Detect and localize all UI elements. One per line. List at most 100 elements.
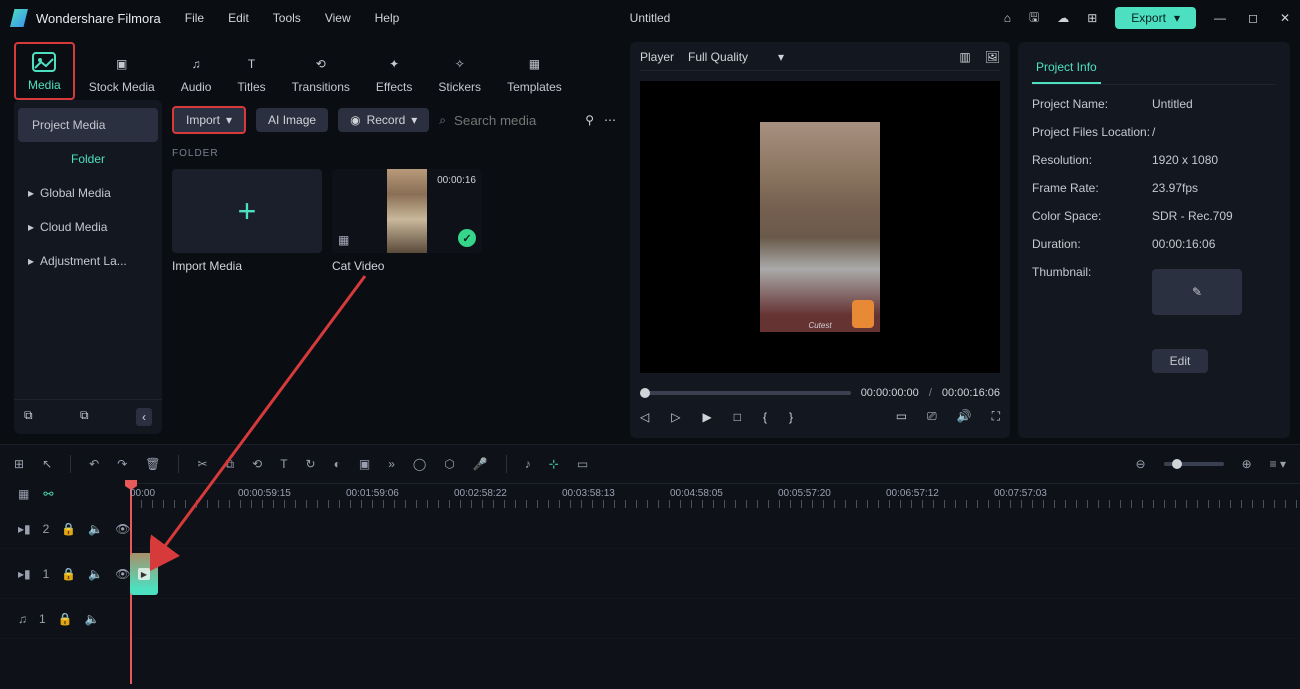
timeline-ruler[interactable]: 00:0000:00:59:1500:01:59:0600:02:58:2200… bbox=[130, 483, 1300, 509]
magnetic-icon[interactable]: ⊹ bbox=[549, 457, 559, 471]
link-icon[interactable]: ⚯ bbox=[43, 487, 53, 505]
export-button[interactable]: Export▾ bbox=[1115, 7, 1196, 29]
zoom-slider[interactable] bbox=[1164, 462, 1224, 466]
track-options-icon[interactable]: ▦ bbox=[18, 487, 29, 505]
audio-icon[interactable]: ♪ bbox=[525, 457, 531, 471]
desktop-icon[interactable]: ⌂ bbox=[1004, 11, 1011, 25]
record-button[interactable]: ◉Record▾ bbox=[338, 108, 429, 132]
play-forward-icon[interactable]: ▶ bbox=[702, 410, 711, 424]
color-icon[interactable]: ◐ bbox=[334, 457, 341, 471]
redo-icon[interactable]: ↷ bbox=[117, 457, 127, 471]
chevron-right-icon: ▸ bbox=[28, 220, 34, 234]
tab-stock-media[interactable]: ▣Stock Media bbox=[77, 46, 167, 100]
ruler-label: 00:01:59:06 bbox=[346, 488, 399, 499]
camera-icon[interactable]: ⎚ bbox=[927, 409, 937, 424]
save-icon[interactable]: 🖫 bbox=[1029, 8, 1039, 29]
image-icon[interactable]: 🖼 bbox=[985, 50, 1000, 64]
lock-icon[interactable]: 🔒 bbox=[58, 612, 73, 626]
tab-titles[interactable]: TTitles bbox=[225, 46, 277, 100]
marker-icon[interactable]: ▭ bbox=[577, 457, 588, 471]
apps-icon[interactable]: ⊞ bbox=[1087, 11, 1097, 25]
mark-in-icon[interactable]: { bbox=[763, 410, 767, 424]
play-icon[interactable]: ▷ bbox=[671, 410, 680, 424]
split-icon[interactable]: ✂ bbox=[197, 457, 207, 471]
shield-icon[interactable]: ⬡ bbox=[444, 457, 454, 471]
speed-icon[interactable]: ⟲ bbox=[252, 457, 262, 471]
menu-tools[interactable]: Tools bbox=[273, 11, 301, 25]
menu-edit[interactable]: Edit bbox=[228, 11, 249, 25]
menu-help[interactable]: Help bbox=[375, 11, 400, 25]
preview-viewport[interactable]: Cutest bbox=[640, 81, 1000, 373]
fullscreen-icon[interactable]: ⛶ bbox=[992, 409, 1000, 424]
sidebar-cloud-media[interactable]: ▸Cloud Media bbox=[14, 210, 162, 244]
rotate-icon[interactable]: ↻ bbox=[306, 457, 316, 471]
search-icon: ⌕ bbox=[439, 113, 446, 128]
stop-icon[interactable]: □ bbox=[734, 410, 741, 424]
tab-transitions[interactable]: ⟲Transitions bbox=[280, 46, 362, 100]
minimize-button[interactable]: — bbox=[1214, 11, 1226, 25]
close-button[interactable]: ✕ bbox=[1280, 11, 1290, 25]
trim-icon[interactable]: ◯ bbox=[413, 457, 426, 471]
sidebar-adjustment-layer[interactable]: ▸Adjustment La... bbox=[14, 244, 162, 278]
tab-effects[interactable]: ✦Effects bbox=[364, 46, 424, 100]
volume-icon[interactable]: 🔊 bbox=[957, 409, 972, 424]
panel-tab-project-info[interactable]: Project Info bbox=[1032, 54, 1101, 84]
filter-icon[interactable]: ⚲ bbox=[585, 113, 594, 127]
menu-file[interactable]: File bbox=[185, 11, 204, 25]
timeline-clip[interactable]: ▶ bbox=[130, 553, 158, 595]
quality-select[interactable]: Full Quality▾ bbox=[688, 50, 784, 64]
thumbnail-editor[interactable]: ✎ bbox=[1152, 269, 1242, 315]
search-input[interactable] bbox=[454, 113, 574, 128]
undo-icon[interactable]: ↶ bbox=[89, 457, 99, 471]
zoom-in-icon[interactable]: ⊕ bbox=[1242, 457, 1252, 471]
text-icon[interactable]: T bbox=[280, 457, 287, 471]
preview-tab-player[interactable]: Player bbox=[640, 50, 674, 64]
visibility-icon[interactable]: 👁 bbox=[115, 522, 130, 536]
prev-frame-icon[interactable]: ◁ bbox=[640, 410, 649, 424]
more-tools-icon[interactable]: » bbox=[388, 457, 395, 471]
mic-icon[interactable]: 🎤 bbox=[473, 457, 488, 471]
scrubber[interactable] bbox=[640, 391, 851, 395]
menu-view[interactable]: View bbox=[325, 11, 351, 25]
document-title: Untitled bbox=[630, 11, 671, 25]
lock-icon[interactable]: 🔒 bbox=[61, 567, 76, 581]
collapse-sidebar-icon[interactable]: ‹ bbox=[136, 408, 152, 426]
new-folder-icon[interactable]: ⧉ bbox=[24, 408, 33, 426]
maximize-button[interactable]: ◻ bbox=[1248, 11, 1258, 25]
mute-icon[interactable]: 🔈 bbox=[85, 612, 100, 626]
tab-templates[interactable]: ▦Templates bbox=[495, 46, 574, 100]
display-icon[interactable]: ▭ bbox=[896, 409, 907, 424]
tab-media[interactable]: Media bbox=[14, 42, 75, 100]
crop-icon[interactable]: ⧉ bbox=[226, 457, 235, 472]
mask-icon[interactable]: ▣ bbox=[359, 457, 370, 471]
import-button[interactable]: Import▾ bbox=[172, 106, 246, 134]
delete-icon[interactable]: 🗑 bbox=[145, 457, 160, 471]
edit-button[interactable]: Edit bbox=[1152, 349, 1208, 373]
sidebar-project-media[interactable]: Project Media bbox=[18, 108, 158, 142]
cursor-icon[interactable]: ↖ bbox=[42, 457, 52, 471]
tab-stickers[interactable]: ✧Stickers bbox=[426, 46, 493, 100]
visibility-icon[interactable]: 👁 bbox=[115, 567, 130, 581]
more-icon[interactable]: ⋯ bbox=[604, 113, 616, 127]
sidebar-folder[interactable]: Folder bbox=[14, 142, 162, 176]
media-clip-cat-video[interactable]: 00:00:16 ▦ ✓ Cat Video bbox=[332, 169, 482, 273]
mark-out-icon[interactable]: } bbox=[789, 410, 793, 424]
apps-icon[interactable]: ⊞ bbox=[14, 457, 24, 471]
mute-icon[interactable]: 🔈 bbox=[88, 567, 103, 581]
tab-audio[interactable]: ♫Audio bbox=[169, 46, 224, 100]
new-bin-icon[interactable]: ⧉ bbox=[80, 408, 89, 426]
cloud-icon[interactable]: ☁ bbox=[1057, 11, 1069, 25]
clip-name: Cat Video bbox=[332, 259, 482, 273]
lock-icon[interactable]: 🔒 bbox=[61, 522, 76, 536]
ai-image-button[interactable]: AI Image bbox=[256, 108, 328, 132]
ruler-label: 00:07:57:03 bbox=[994, 488, 1047, 499]
view-options-icon[interactable]: ≡ ▾ bbox=[1270, 457, 1286, 471]
value-project-name: Untitled bbox=[1152, 97, 1276, 111]
zoom-out-icon[interactable]: ⊖ bbox=[1136, 457, 1146, 471]
mute-icon[interactable]: 🔈 bbox=[88, 522, 103, 536]
snapshot-icon[interactable]: ▥ bbox=[959, 50, 970, 64]
chevron-right-icon: ▸ bbox=[28, 254, 34, 268]
import-media-tile[interactable]: + Import Media bbox=[172, 169, 322, 273]
time-total: 00:00:16:06 bbox=[942, 387, 1000, 399]
sidebar-global-media[interactable]: ▸Global Media bbox=[14, 176, 162, 210]
